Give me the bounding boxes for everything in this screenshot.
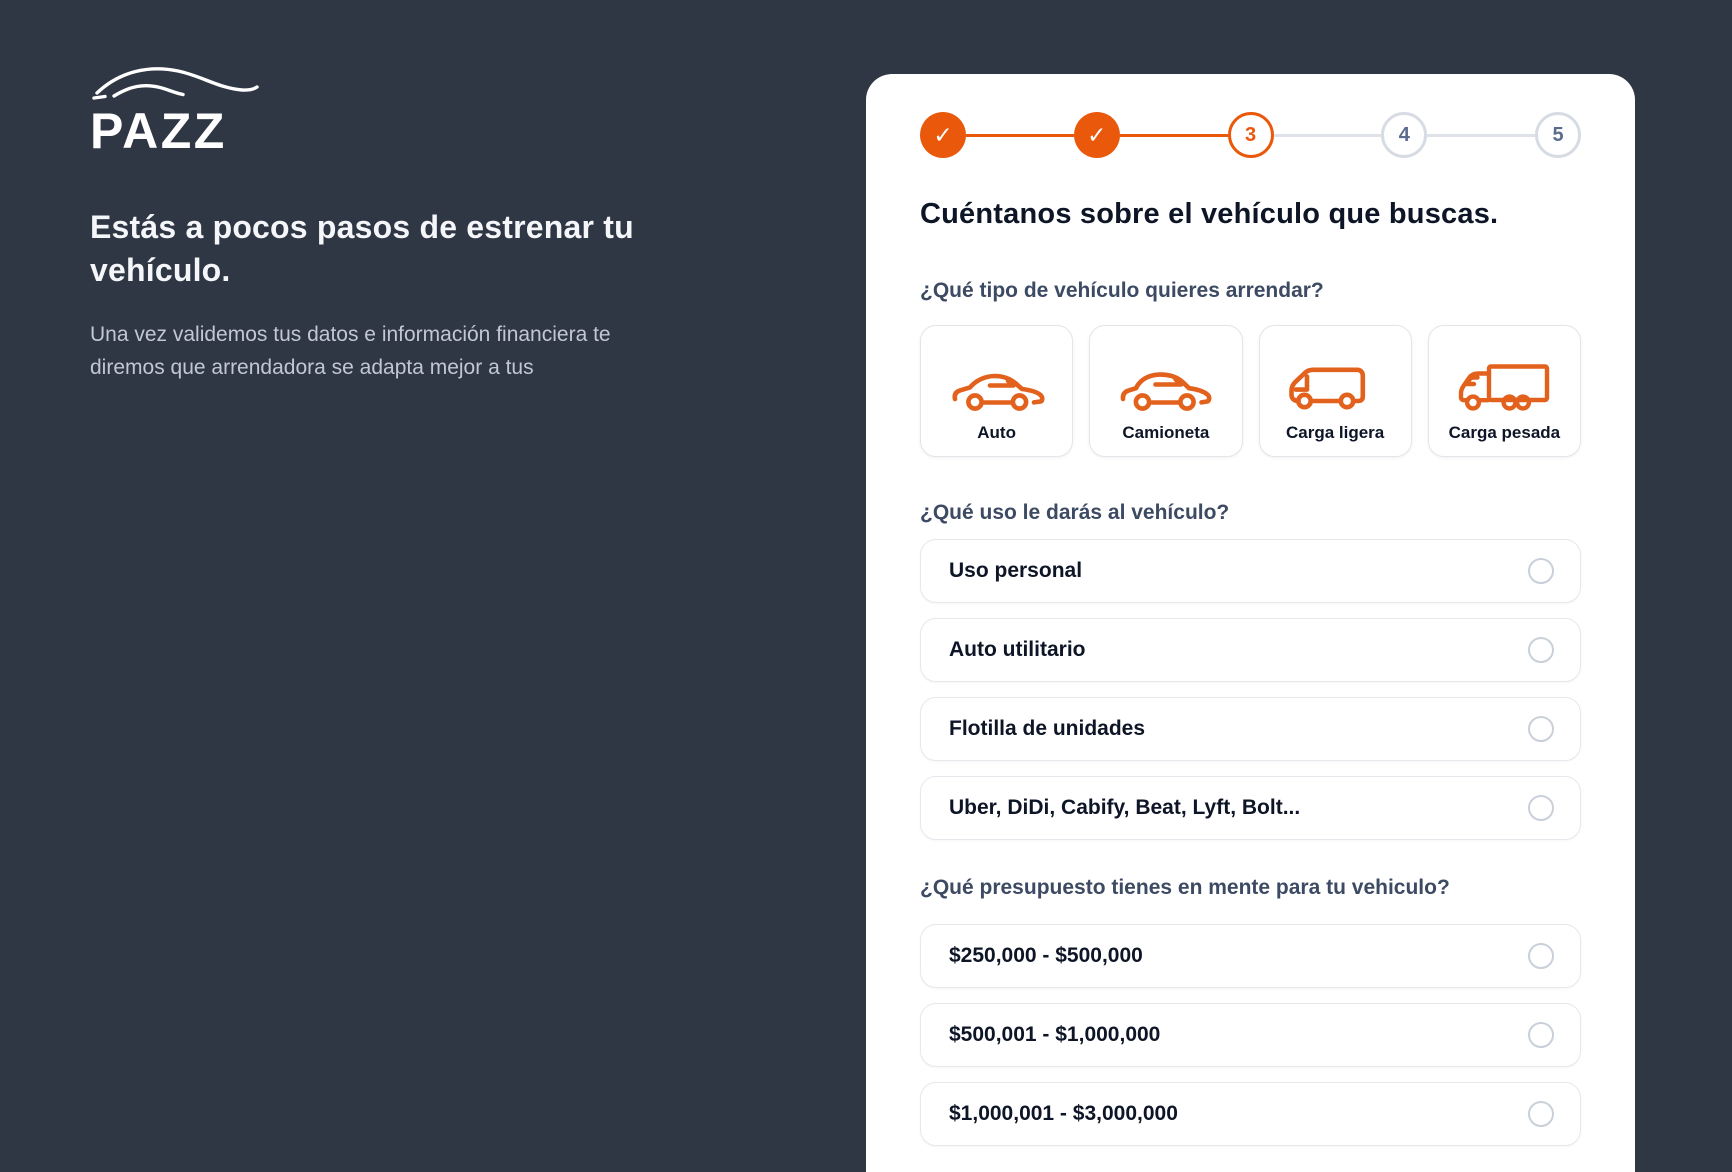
- vehicle-type-question: ¿Qué tipo de vehículo quieres arrendar?: [920, 279, 1581, 303]
- card-title: Cuéntanos sobre el vehículo que buscas.: [920, 198, 1581, 231]
- vehicle-type-options: Auto Camioneta: [920, 325, 1581, 457]
- option-label: $250,000 - $500,000: [949, 944, 1143, 968]
- option-label: $500,001 - $1,000,000: [949, 1023, 1160, 1047]
- step-3[interactable]: 3: [1228, 112, 1274, 158]
- step-number: 4: [1399, 124, 1410, 147]
- usage-option-rideshare[interactable]: Uber, DiDi, Cabify, Beat, Lyft, Bolt...: [920, 776, 1581, 840]
- budget-options: $250,000 - $500,000 $500,001 - $1,000,00…: [920, 924, 1581, 1146]
- usage-question: ¿Qué uso le darás al vehículo?: [920, 501, 1581, 525]
- vehicle-option-label: Carga ligera: [1286, 423, 1384, 443]
- stepper: ✓ ✓ 3 4 5: [920, 112, 1581, 158]
- vehicle-option-label: Auto: [977, 423, 1016, 443]
- check-icon: ✓: [1087, 122, 1106, 149]
- option-label: $1,000,001 - $3,000,000: [949, 1102, 1178, 1126]
- radio-button[interactable]: [1528, 716, 1554, 742]
- option-label: Uber, DiDi, Cabify, Beat, Lyft, Bolt...: [949, 796, 1300, 820]
- usage-option-personal[interactable]: Uso personal: [920, 539, 1581, 603]
- step-connector: [1274, 134, 1382, 137]
- option-label: Flotilla de unidades: [949, 717, 1145, 741]
- step-1[interactable]: ✓: [920, 112, 966, 158]
- step-4[interactable]: 4: [1381, 112, 1427, 158]
- brand-logo: PAZZ: [90, 62, 270, 156]
- brand-name: PAZZ: [90, 106, 270, 156]
- van-icon: [1283, 356, 1387, 416]
- vehicle-option-carga-ligera[interactable]: Carga ligera: [1259, 325, 1412, 457]
- usage-options: Uso personal Auto utilitario Flotilla de…: [920, 539, 1581, 840]
- car-swoosh-icon: [90, 62, 260, 104]
- left-description: Una vez validemos tus datos e informació…: [90, 319, 630, 384]
- truck-icon: [1452, 356, 1556, 416]
- budget-option-1m-3m[interactable]: $1,000,001 - $3,000,000: [920, 1082, 1581, 1146]
- vehicle-option-label: Carga pesada: [1449, 423, 1561, 443]
- radio-button[interactable]: [1528, 637, 1554, 663]
- car-icon: [945, 356, 1049, 416]
- onboarding-card: ✓ ✓ 3 4 5 Cuéntanos sobre el vehículo qu…: [866, 74, 1635, 1172]
- suv-icon: [1114, 356, 1218, 416]
- budget-option-250k-500k[interactable]: $250,000 - $500,000: [920, 924, 1581, 988]
- radio-button[interactable]: [1528, 943, 1554, 969]
- step-connector: [966, 134, 1074, 137]
- check-icon: ✓: [933, 122, 952, 149]
- option-label: Auto utilitario: [949, 638, 1085, 662]
- vehicle-option-camioneta[interactable]: Camioneta: [1089, 325, 1242, 457]
- radio-button[interactable]: [1528, 795, 1554, 821]
- vehicle-option-auto[interactable]: Auto: [920, 325, 1073, 457]
- radio-button[interactable]: [1528, 558, 1554, 584]
- usage-option-flotilla[interactable]: Flotilla de unidades: [920, 697, 1581, 761]
- vehicle-option-carga-pesada[interactable]: Carga pesada: [1428, 325, 1581, 457]
- step-2[interactable]: ✓: [1074, 112, 1120, 158]
- option-label: Uso personal: [949, 559, 1082, 583]
- budget-option-500k-1m[interactable]: $500,001 - $1,000,000: [920, 1003, 1581, 1067]
- step-connector: [1120, 134, 1228, 137]
- left-heading: Estás a pocos pasos de estrenar tu vehíc…: [90, 206, 635, 291]
- radio-button[interactable]: [1528, 1022, 1554, 1048]
- step-5[interactable]: 5: [1535, 112, 1581, 158]
- page-background: { "colors": { "background": "#2f3644", "…: [0, 0, 1732, 1172]
- budget-question: ¿Qué presupuesto tienes en mente para tu…: [920, 876, 1581, 900]
- left-panel: PAZZ Estás a pocos pasos de estrenar tu …: [90, 62, 650, 384]
- usage-option-utilitario[interactable]: Auto utilitario: [920, 618, 1581, 682]
- vehicle-option-label: Camioneta: [1122, 423, 1209, 443]
- radio-button[interactable]: [1528, 1101, 1554, 1127]
- step-number: 5: [1552, 124, 1563, 147]
- step-connector: [1427, 134, 1535, 137]
- step-number: 3: [1245, 124, 1256, 147]
